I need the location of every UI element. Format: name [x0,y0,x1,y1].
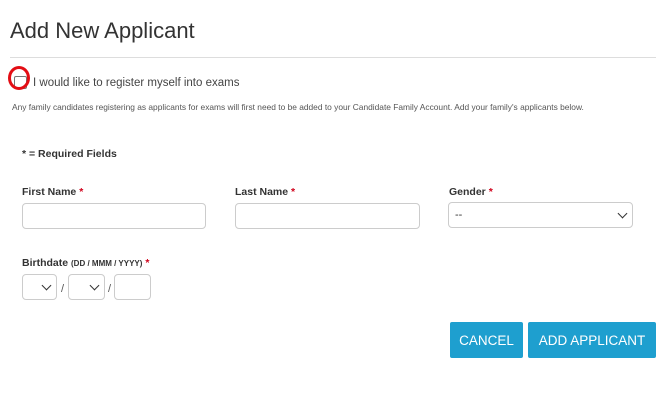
gender-select[interactable]: -- [448,202,633,228]
last-name-input[interactable] [235,203,420,229]
required-star: * [291,186,296,198]
required-star: * [145,257,150,269]
last-name-label-text: Last Name [235,186,289,198]
self-register-label[interactable]: I would like to register myself into exa… [33,77,239,89]
birthdate-format-hint: (DD / MMM / YYYY) [71,259,143,268]
chevron-down-icon [617,208,628,218]
last-name-label: Last Name * [235,186,295,198]
birthdate-label-text: Birthdate [22,257,69,269]
required-star: * [79,186,84,198]
annotation-circle [8,66,30,90]
title-divider [10,57,656,58]
required-fields-note: * = Required Fields [22,148,117,160]
page-title: Add New Applicant [10,18,195,43]
birthdate-month-select[interactable] [68,274,105,300]
required-star: * [488,186,493,198]
date-separator: / [61,283,65,295]
birthdate-year-input[interactable] [114,274,151,300]
birthdate-day-select[interactable] [22,274,57,300]
first-name-label-text: First Name [22,186,77,198]
cancel-button[interactable]: CANCEL [450,322,523,358]
chevron-down-icon [89,280,100,290]
gender-label-text: Gender [449,186,486,198]
help-text: Any family candidates registering as app… [12,102,584,112]
first-name-input[interactable] [22,203,206,229]
self-register-option[interactable]: I would like to register myself into exa… [14,76,239,89]
date-separator: / [108,283,112,295]
chevron-down-icon [41,280,52,290]
first-name-label: First Name * [22,186,83,198]
add-applicant-button[interactable]: ADD APPLICANT [528,322,656,358]
gender-selected-value: -- [455,209,463,221]
birthdate-label: Birthdate (DD / MMM / YYYY) * [22,257,149,269]
gender-label: Gender * [449,186,493,198]
